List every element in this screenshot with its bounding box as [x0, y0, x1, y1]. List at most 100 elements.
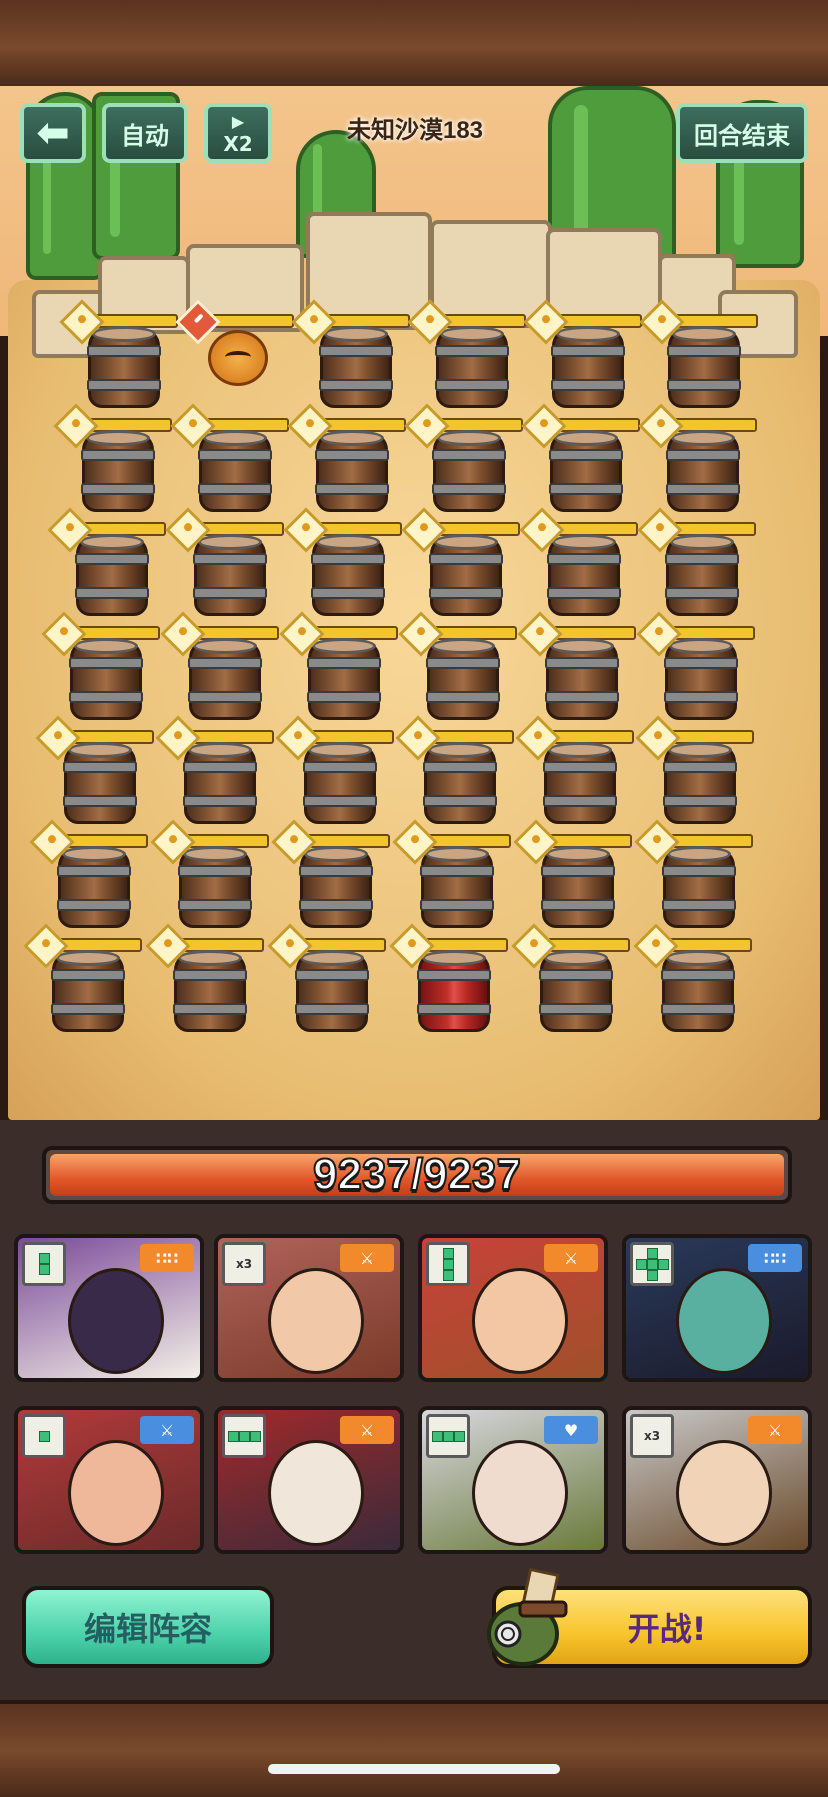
bottom-frame [0, 1700, 828, 1797]
multiplier-badge: x3 [222, 1242, 266, 1286]
hero-face [68, 1440, 164, 1546]
three-block-horizontal-icon [222, 1414, 266, 1458]
edit-lineup-button[interactable]: 编辑阵容 [22, 1586, 274, 1668]
barrel-lid [544, 950, 608, 966]
barrel-lid [667, 846, 731, 862]
board-cell[interactable] [636, 611, 755, 726]
board-cell[interactable] [41, 611, 160, 726]
board-cell[interactable] [398, 611, 517, 726]
sword-icon: ⚔ [544, 1244, 598, 1272]
board-cell[interactable] [637, 507, 756, 622]
multiplier-label: x3 [235, 1257, 253, 1271]
board-cell[interactable] [267, 923, 386, 1038]
board-cell[interactable] [513, 819, 632, 934]
hero-card[interactable]: ∷∷ [14, 1234, 204, 1382]
board-cell[interactable] [389, 923, 508, 1038]
board-cell[interactable] [47, 507, 166, 622]
board-cell[interactable] [521, 403, 640, 518]
board-cell[interactable] [23, 923, 142, 1038]
barrel-lid [428, 742, 492, 758]
board-cell[interactable] [59, 299, 178, 414]
barrel-lid [86, 430, 150, 446]
hero-card[interactable]: ⚔ [418, 1234, 608, 1382]
board-cell[interactable] [511, 923, 630, 1038]
barrel-lid [183, 846, 247, 862]
barrel-lid [203, 430, 267, 446]
hero-card[interactable]: ⚔ [214, 1406, 404, 1554]
barrel-lid [671, 430, 735, 446]
three-block-vertical-icon [426, 1242, 470, 1286]
barrel-lid [74, 638, 138, 654]
barrel-lid [546, 846, 610, 862]
barrel-lid [308, 742, 372, 758]
board-cell[interactable] [517, 611, 636, 726]
barrel-lid [425, 846, 489, 862]
edit-lineup-label: 编辑阵容 [83, 1610, 212, 1648]
barrel-lid [178, 950, 242, 966]
board-cell[interactable] [145, 923, 264, 1038]
board-cell[interactable] [404, 403, 523, 518]
barrel-lid [440, 326, 504, 342]
hero-face [472, 1268, 568, 1374]
board-cell[interactable] [407, 299, 526, 414]
home-indicator[interactable] [268, 1764, 560, 1774]
board-cell[interactable] [523, 299, 642, 414]
board-cell[interactable] [279, 611, 398, 726]
barrel-lid [193, 638, 257, 654]
back-button[interactable]: ⬅ [20, 103, 86, 163]
play-icon: ▶ [231, 112, 245, 131]
sword-icon: ⚔ [748, 1416, 802, 1444]
board-cell[interactable] [287, 403, 406, 518]
board-cell[interactable] [395, 715, 514, 830]
board-cell[interactable] [53, 403, 172, 518]
end-turn-button[interactable]: 回合结束 [676, 103, 808, 163]
board-cell[interactable] [392, 819, 511, 934]
board-cell[interactable] [401, 507, 520, 622]
board-cell[interactable] [283, 507, 402, 622]
board-cell[interactable] [275, 715, 394, 830]
hero-card[interactable]: ♥ [418, 1406, 608, 1554]
board-cell[interactable] [515, 715, 634, 830]
barrel-lid [198, 534, 262, 550]
board-cell[interactable] [175, 299, 294, 414]
goblin-mascot-icon [468, 1564, 578, 1674]
board-cell[interactable] [633, 923, 752, 1038]
hero-card[interactable]: x3 ⚔ [622, 1406, 812, 1554]
barrel-lid [320, 430, 384, 446]
board-cell[interactable] [160, 611, 279, 726]
single-block-icon [22, 1414, 66, 1458]
board-cell[interactable] [35, 715, 154, 830]
board-cell[interactable] [639, 299, 758, 414]
auto-label: 自动 [121, 121, 169, 150]
speed-label: X2 [223, 132, 253, 156]
board-cell[interactable] [635, 715, 754, 830]
hero-face [472, 1440, 568, 1546]
heart-icon: ♥ [544, 1416, 598, 1444]
cross-block-icon [630, 1242, 674, 1286]
board-cell[interactable] [638, 403, 757, 518]
stage-title: 未知沙漠183 [346, 117, 484, 144]
hero-card[interactable]: ⚔ [14, 1406, 204, 1554]
barrel-lid [80, 534, 144, 550]
board-cell[interactable] [291, 299, 410, 414]
end-turn-label: 回合结束 [694, 121, 790, 150]
board-cell[interactable] [150, 819, 269, 934]
hero-card[interactable]: ∷∷ [622, 1234, 812, 1382]
barrel-lid [324, 326, 388, 342]
pumpkin-enemy-icon[interactable] [208, 330, 268, 386]
board-cell[interactable] [155, 715, 274, 830]
board-cell[interactable] [165, 507, 284, 622]
barrel-lid [68, 742, 132, 758]
speed-button[interactable]: ▶ X2 [204, 103, 272, 163]
board-cell[interactable] [634, 819, 753, 934]
board-cell[interactable] [29, 819, 148, 934]
board-cell[interactable] [271, 819, 390, 934]
barrel-lid [56, 950, 120, 966]
dots-icon: ∷∷ [748, 1244, 802, 1272]
hero-face [268, 1440, 364, 1546]
auto-button[interactable]: 自动 [102, 103, 188, 163]
board-cell[interactable] [170, 403, 289, 518]
hero-card[interactable]: x3 ⚔ [214, 1234, 404, 1382]
barrel-lid [554, 430, 618, 446]
board-cell[interactable] [519, 507, 638, 622]
